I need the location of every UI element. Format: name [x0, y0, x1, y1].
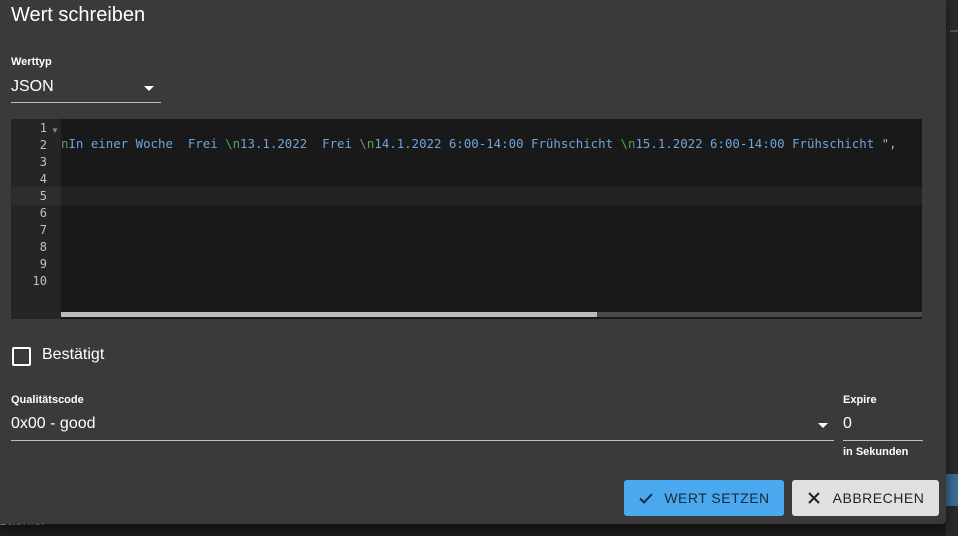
close-icon — [807, 492, 820, 504]
code-text: 13.1.2022 Frei — [240, 136, 360, 151]
quality-code-value: 0x00 - good — [11, 415, 96, 432]
active-line-highlight — [61, 187, 922, 205]
line-number: 6 — [39, 206, 47, 220]
expire-hint: in Sekunden — [843, 446, 909, 458]
quality-code-label: Qualitätscode — [11, 394, 84, 406]
expire-value: 0 — [843, 415, 852, 432]
code-text: 14.1.2022 6:00-14:00 Frühschicht — [374, 136, 621, 151]
chevron-down-icon — [818, 423, 828, 428]
code-escape: \n — [359, 136, 375, 151]
value-type-select[interactable]: JSON — [11, 78, 161, 103]
code-text: 15.1.2022 6:00-14:00 Frühschicht — [635, 136, 882, 151]
cancel-label: ABBRECHEN — [832, 490, 925, 506]
line-number: 5 — [39, 189, 47, 203]
line-number: 9 — [39, 257, 47, 271]
value-type-label: Werttyp — [11, 56, 52, 68]
set-value-label: WERT SETZEN — [664, 490, 770, 506]
dialog-title: Wert schreiben — [11, 4, 146, 26]
json-editor[interactable]: 1 ▼ 2 3 4 5 6 7 8 9 10 nIn einer Woche F… — [11, 119, 922, 319]
expire-input[interactable]: 0 — [843, 415, 923, 441]
quality-code-select[interactable]: 0x00 - good — [11, 415, 834, 441]
line-number: 3 — [39, 155, 47, 169]
code-escape: \n — [620, 136, 636, 151]
code-quote: ", — [881, 136, 897, 151]
chevron-down-icon — [144, 86, 154, 91]
code-text: In einer Woche Frei — [68, 136, 226, 151]
line-number: 2 — [39, 138, 47, 152]
confirmed-label[interactable]: Bestätigt — [42, 346, 104, 364]
line-number: 1 — [39, 121, 47, 135]
fold-arrow-icon[interactable]: ▼ — [51, 126, 59, 135]
confirmed-checkbox[interactable] — [12, 347, 31, 366]
background-button-edge — [946, 474, 958, 506]
expire-label: Expire — [843, 394, 877, 406]
line-number: 8 — [39, 240, 47, 254]
check-icon — [639, 493, 654, 504]
line-number: 7 — [39, 223, 47, 237]
code-escape: \n — [225, 136, 241, 151]
horizontal-scrollbar-thumb[interactable] — [61, 312, 597, 317]
line-number: 10 — [32, 274, 47, 288]
set-value-button[interactable]: WERT SETZEN — [624, 480, 784, 516]
background-panel-edge — [946, 0, 958, 536]
value-type-value: JSON — [11, 78, 54, 95]
code-line-2: nIn einer Woche Frei \n13.1.2022 Frei \n… — [61, 136, 897, 151]
line-number: 4 — [39, 172, 47, 186]
write-value-dialog: Wert schreiben Werttyp JSON 1 ▼ 2 3 4 5 … — [0, 0, 946, 524]
background-divider — [950, 30, 958, 32]
cancel-button[interactable]: ABBRECHEN — [792, 480, 939, 516]
